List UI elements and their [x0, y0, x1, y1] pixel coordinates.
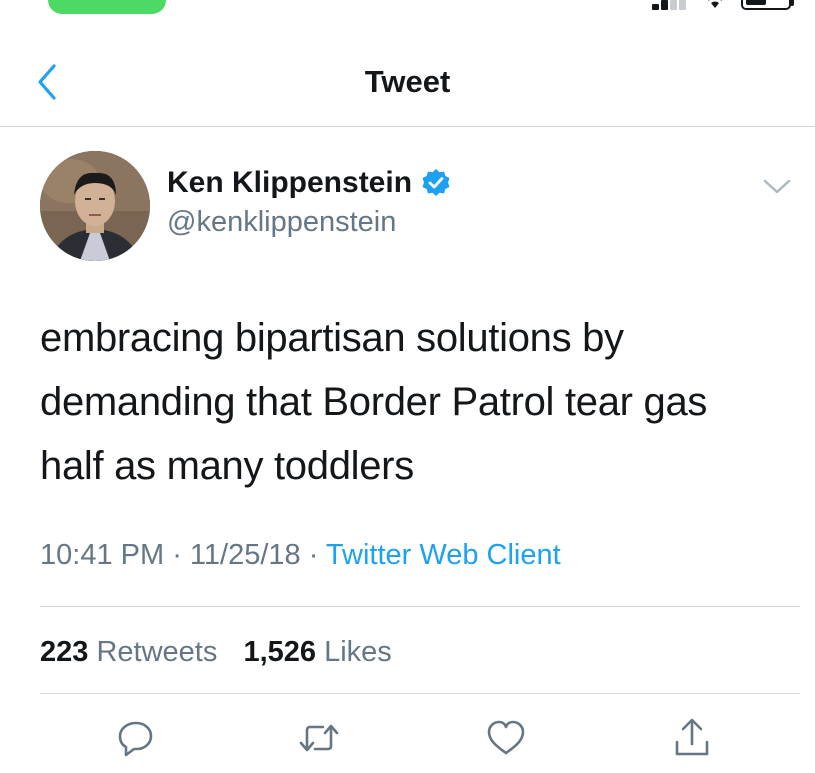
- tweet-text-line: half as many toddlers: [40, 444, 414, 488]
- likes-label: Likes: [324, 636, 392, 668]
- page-title: Tweet: [364, 64, 451, 99]
- like-button[interactable]: [484, 716, 528, 760]
- status-time-pill: [48, 0, 166, 14]
- tweet-metadata: 10:41 PM · 11/25/18 · Twitter Web Client: [40, 535, 561, 575]
- tweet-date: 11/25/18: [189, 539, 301, 571]
- meta-separator: ·: [300, 539, 326, 571]
- retweets-count: 223: [40, 636, 89, 668]
- tweet-action-bar: [0, 712, 815, 768]
- tweet-source-link[interactable]: Twitter Web Client: [326, 539, 561, 571]
- tweet-text: embracing bipartisan solutions by demand…: [40, 306, 780, 498]
- divider: [40, 693, 800, 694]
- cellular-signal-icon: [652, 0, 690, 10]
- divider: [40, 606, 800, 607]
- author-name[interactable]: Ken Klippenstein: [167, 163, 412, 203]
- reply-icon: [118, 721, 153, 757]
- battery-icon: [741, 0, 791, 10]
- retweets-stat[interactable]: 223 Retweets: [40, 636, 217, 668]
- avatar-photo: [40, 151, 150, 261]
- reply-button[interactable]: [114, 716, 158, 760]
- likes-count: 1,526: [243, 636, 317, 668]
- verified-badge-icon: [422, 169, 450, 196]
- avatar[interactable]: [40, 151, 150, 261]
- author-handle[interactable]: @kenklippenstein: [167, 203, 396, 241]
- author-name-row[interactable]: Ken Klippenstein: [167, 163, 451, 203]
- engagement-stats: 223 Retweets 1,526 Likes: [40, 632, 392, 672]
- retweet-button[interactable]: [297, 716, 341, 760]
- retweet-icon: [299, 724, 339, 752]
- retweets-label: Retweets: [96, 636, 218, 668]
- wifi-icon: [708, 0, 722, 8]
- heart-icon: [487, 720, 525, 755]
- chevron-left-icon: [38, 64, 56, 100]
- tweet-time: 10:41 PM: [40, 539, 165, 571]
- share-button[interactable]: [670, 716, 714, 760]
- tweet-text-line: demanding that Border Patrol tear gas: [40, 380, 708, 424]
- meta-separator: ·: [164, 539, 190, 571]
- back-button[interactable]: [28, 62, 68, 102]
- battery-cap: [791, 0, 794, 6]
- share-icon: [675, 718, 709, 756]
- likes-stat[interactable]: 1,526 Likes: [243, 636, 391, 668]
- tweet-text-line: embracing bipartisan solutions by: [40, 316, 624, 360]
- chevron-down-icon: [763, 179, 791, 194]
- status-bar: [0, 0, 815, 20]
- more-options-button[interactable]: [762, 176, 792, 198]
- navigation-bar: Tweet: [0, 40, 815, 127]
